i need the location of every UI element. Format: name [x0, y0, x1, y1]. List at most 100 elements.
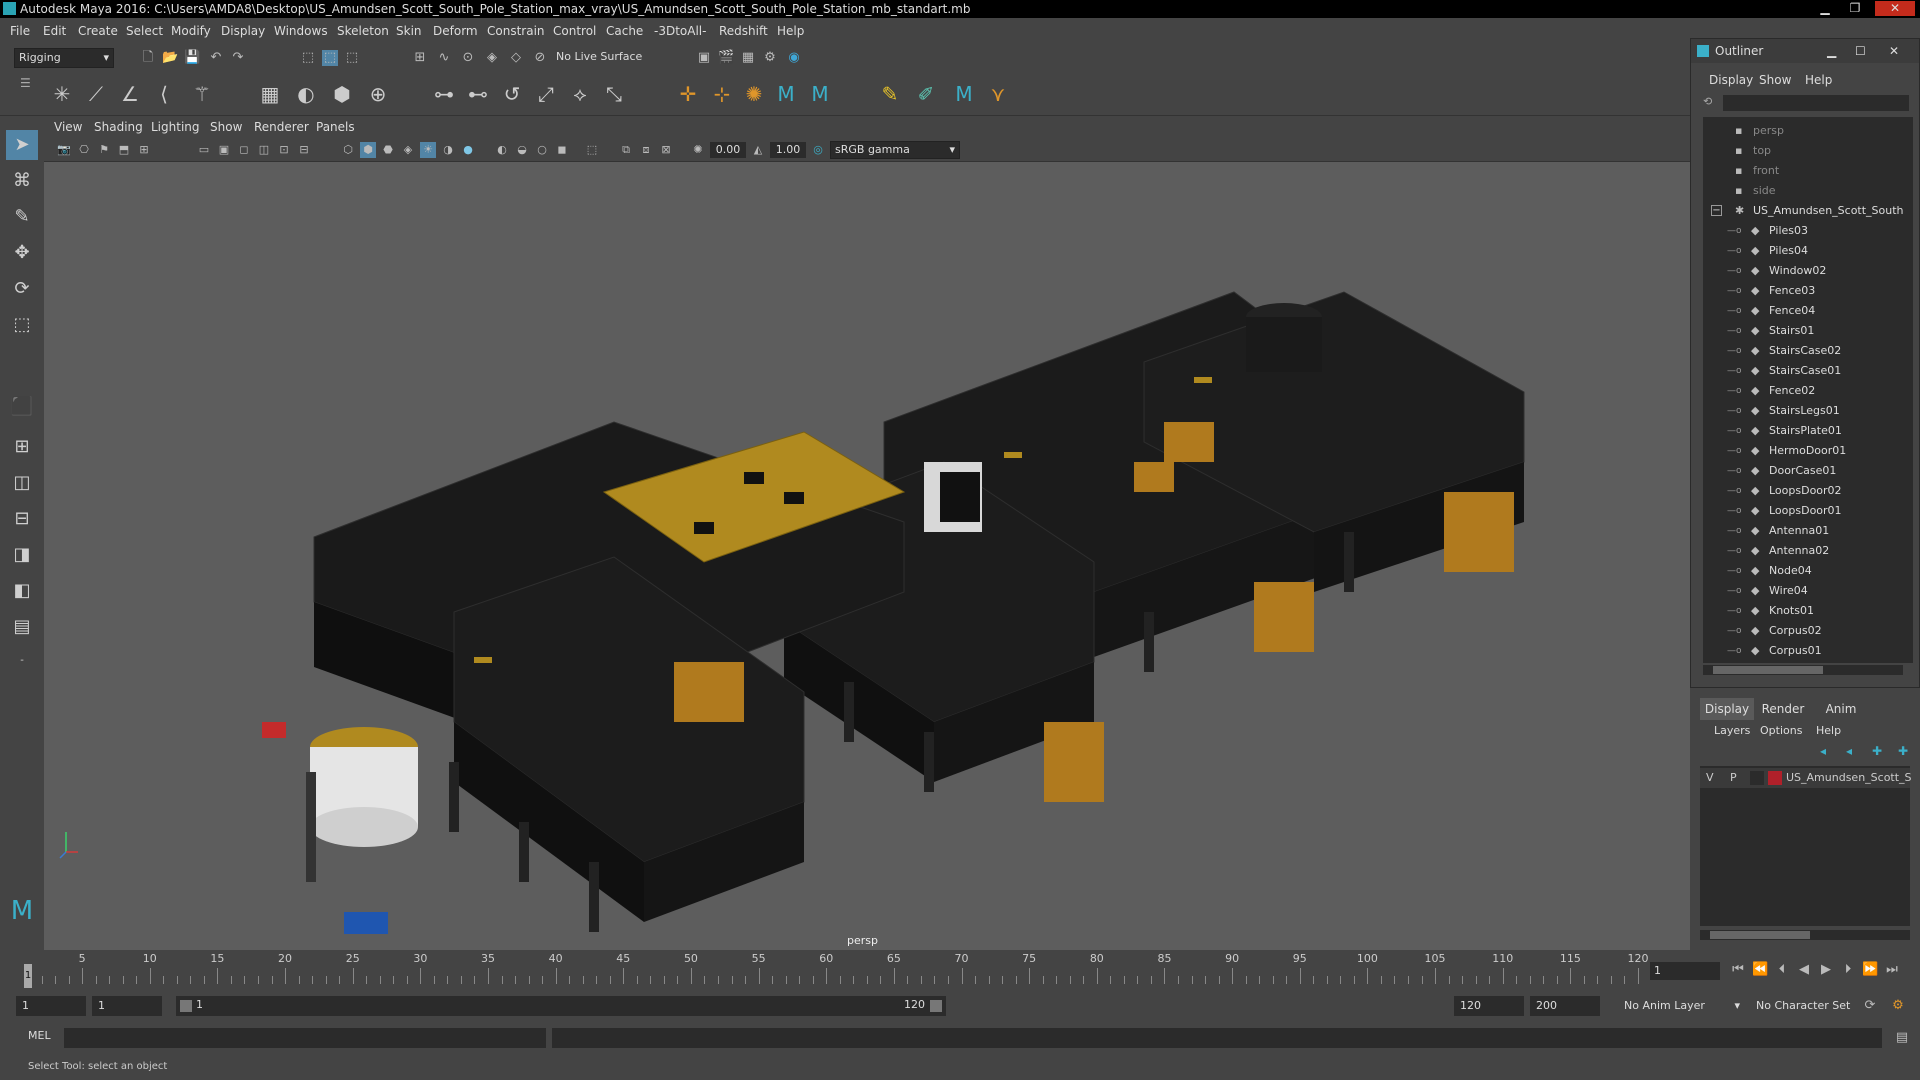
persp-graph-icon[interactable]: ◧ — [6, 576, 38, 606]
gate-mask-icon[interactable]: ◻ — [236, 142, 252, 158]
wireframe-on-shaded-icon[interactable]: ⬣ — [380, 142, 396, 158]
outliner-item[interactable]: ◆ —o StairsCase01 — [1703, 361, 1913, 381]
outliner-item[interactable]: ◆ —o Window02 — [1703, 261, 1913, 281]
layer-hscroll-thumb[interactable] — [1710, 931, 1810, 939]
range-end-handle[interactable] — [930, 1000, 942, 1012]
render-frame-icon[interactable]: 🎬 — [718, 50, 734, 66]
layer-hscrollbar[interactable] — [1700, 930, 1910, 940]
render-settings-icon[interactable]: ⚙ — [762, 50, 778, 66]
outliner-item[interactable]: ◆ —o Piles04 — [1703, 241, 1913, 261]
tab-anim[interactable]: Anim — [1814, 698, 1868, 720]
snap-surface-icon[interactable]: ◇ — [508, 50, 524, 66]
wire-deformer-icon[interactable]: ⊕ — [364, 80, 392, 108]
undo-icon[interactable]: ↶ — [208, 50, 224, 66]
move-layer-up-icon[interactable]: ◂ — [1820, 744, 1826, 758]
outliner-item[interactable]: ◆ —o StairsLegs01 — [1703, 401, 1913, 421]
minimize-button[interactable]: ▁ — [1815, 1, 1835, 16]
select-hierarchy-icon[interactable]: ⬚ — [300, 50, 316, 66]
menu-constrain[interactable]: Constrain — [487, 24, 545, 38]
field-chart-icon[interactable]: ◫ — [256, 142, 272, 158]
hik-icon[interactable]: M — [772, 80, 800, 108]
playback-start-field[interactable]: 1 — [92, 996, 162, 1016]
blend-shape-icon[interactable]: ✐ — [912, 80, 940, 108]
menu-display[interactable]: Display — [221, 24, 265, 38]
snap-live-icon[interactable]: ⊘ — [532, 50, 548, 66]
outliner-menu-show[interactable]: Show — [1759, 73, 1791, 87]
bone-icon[interactable]: ⋎ — [984, 80, 1012, 108]
rotate-tool-icon[interactable]: ⟳ — [6, 274, 38, 304]
layer-menu-help[interactable]: Help — [1816, 724, 1841, 737]
backface-icon[interactable]: ⊠ — [658, 142, 674, 158]
outliner-item[interactable]: ◆ —o Knots01 — [1703, 601, 1913, 621]
step-back-frame-icon[interactable]: ⏴ — [1774, 962, 1790, 978]
outliner-hscrollbar[interactable] — [1703, 665, 1903, 675]
camera-select-icon[interactable]: 📷 — [56, 142, 72, 158]
camera-attr-icon[interactable]: ⎔ — [76, 142, 92, 158]
outliner-item[interactable]: ◆ —o DoorCase01 — [1703, 461, 1913, 481]
filter-icon[interactable]: ⟲ — [1703, 95, 1712, 108]
menu-deform[interactable]: Deform — [433, 24, 478, 38]
play-backward-icon[interactable]: ◀ — [1796, 962, 1812, 978]
outliner-item[interactable]: ◆ —o Antenna02 — [1703, 541, 1913, 561]
layout-more-icon[interactable]: ▤ — [6, 612, 38, 642]
live-surface-field[interactable]: No Live Surface — [552, 48, 646, 68]
time-slider[interactable]: 5 10 15 20 25 30 35 40 45 50 55 60 65 70 75 80 85 90 95 100… — [0, 950, 1920, 992]
isolate-select-icon[interactable]: ⬚ — [584, 142, 600, 158]
range-start-handle[interactable] — [180, 1000, 192, 1012]
safe-action-icon[interactable]: ⊡ — [276, 142, 292, 158]
shadows-icon[interactable]: ◑ — [440, 142, 456, 158]
snap-grid-icon[interactable]: ⊞ — [412, 50, 428, 66]
outliner-item[interactable]: ◆ —o LoopsDoor02 — [1703, 481, 1913, 501]
outliner-item[interactable]: ◆ —o Fence04 — [1703, 301, 1913, 321]
ipr-render-icon[interactable]: ▦ — [740, 50, 756, 66]
select-component-icon[interactable]: ⬚ — [344, 50, 360, 66]
joint-orient-icon[interactable]: ✺ — [740, 80, 768, 108]
go-to-end-icon[interactable]: ⏭ — [1884, 962, 1900, 978]
layer-row[interactable]: V P US_Amundsen_Scott_S — [1700, 768, 1912, 788]
scale-constraint-icon[interactable]: ⤢ — [532, 80, 560, 108]
snap-point-icon[interactable]: ⊙ — [460, 50, 476, 66]
tab-render[interactable]: Render — [1756, 698, 1810, 720]
safe-title-icon[interactable]: ⊟ — [296, 142, 312, 158]
paint-select-icon[interactable]: ✎ — [6, 202, 38, 232]
side-by-side-icon[interactable]: ◫ — [6, 468, 38, 498]
paint-weights-icon[interactable]: ✎ — [876, 80, 904, 108]
layer-playback-toggle[interactable]: P — [1730, 771, 1737, 784]
textured-icon[interactable]: ◈ — [400, 142, 416, 158]
single-view-icon[interactable]: ⬛ — [6, 392, 38, 422]
menu-edit[interactable]: Edit — [43, 24, 66, 38]
hik-char-icon[interactable]: M — [806, 80, 834, 108]
wrap-icon[interactable]: ⬢ — [328, 80, 356, 108]
point-constraint-icon[interactable]: ⊶ — [430, 80, 458, 108]
script-editor-icon[interactable]: ▤ — [1894, 1030, 1910, 1046]
outliner-item[interactable]: ◆ —o Corpus01 — [1703, 641, 1913, 661]
hypershade-icon[interactable]: ◉ — [786, 50, 802, 66]
menu-file[interactable]: File — [10, 24, 30, 38]
menu-select[interactable]: Select — [126, 24, 163, 38]
exposure-field[interactable]: 0.00 — [710, 142, 746, 158]
step-back-key-icon[interactable]: ⏪ — [1752, 962, 1768, 978]
play-forward-icon[interactable]: ▶ — [1818, 962, 1834, 978]
menu-skin[interactable]: Skin — [396, 24, 422, 38]
persp-outliner-icon[interactable]: ◨ — [6, 540, 38, 570]
command-language-label[interactable]: MEL — [28, 1029, 51, 1042]
mode-selector[interactable]: Rigging ▾ — [14, 48, 114, 68]
end-time-field[interactable]: 200 — [1530, 996, 1600, 1016]
image-plane-icon[interactable]: ⬒ — [116, 142, 132, 158]
shelf-menu-icon[interactable]: ☰ — [20, 76, 31, 90]
pole-vector-icon[interactable]: ⤡ — [600, 80, 628, 108]
new-scene-icon[interactable]: 🗋 — [140, 50, 156, 66]
step-forward-frame-icon[interactable]: ⏵ — [1840, 962, 1856, 978]
panel-menu-shading[interactable]: Shading — [94, 120, 143, 134]
color-space-selector[interactable]: sRGB gamma ▾ — [830, 141, 960, 159]
outliner-item[interactable]: ◆ —o Node04 — [1703, 561, 1913, 581]
outliner-menu-help[interactable]: Help — [1805, 73, 1832, 87]
viewport-panel[interactable]: View Shading Lighting Show Renderer Panels 📷 … — [44, 116, 1690, 950]
aim-constraint-icon[interactable]: ⊷ — [464, 80, 492, 108]
close-button[interactable]: ✕ — [1875, 1, 1915, 16]
open-scene-icon[interactable]: 📂 — [162, 50, 178, 66]
menu-3dtoall[interactable]: -3DtoAll- — [654, 24, 706, 38]
current-frame-field[interactable]: 1 — [1650, 962, 1720, 980]
outliner-hscroll-thumb[interactable] — [1713, 666, 1823, 674]
layer-type-toggle[interactable] — [1750, 771, 1764, 785]
